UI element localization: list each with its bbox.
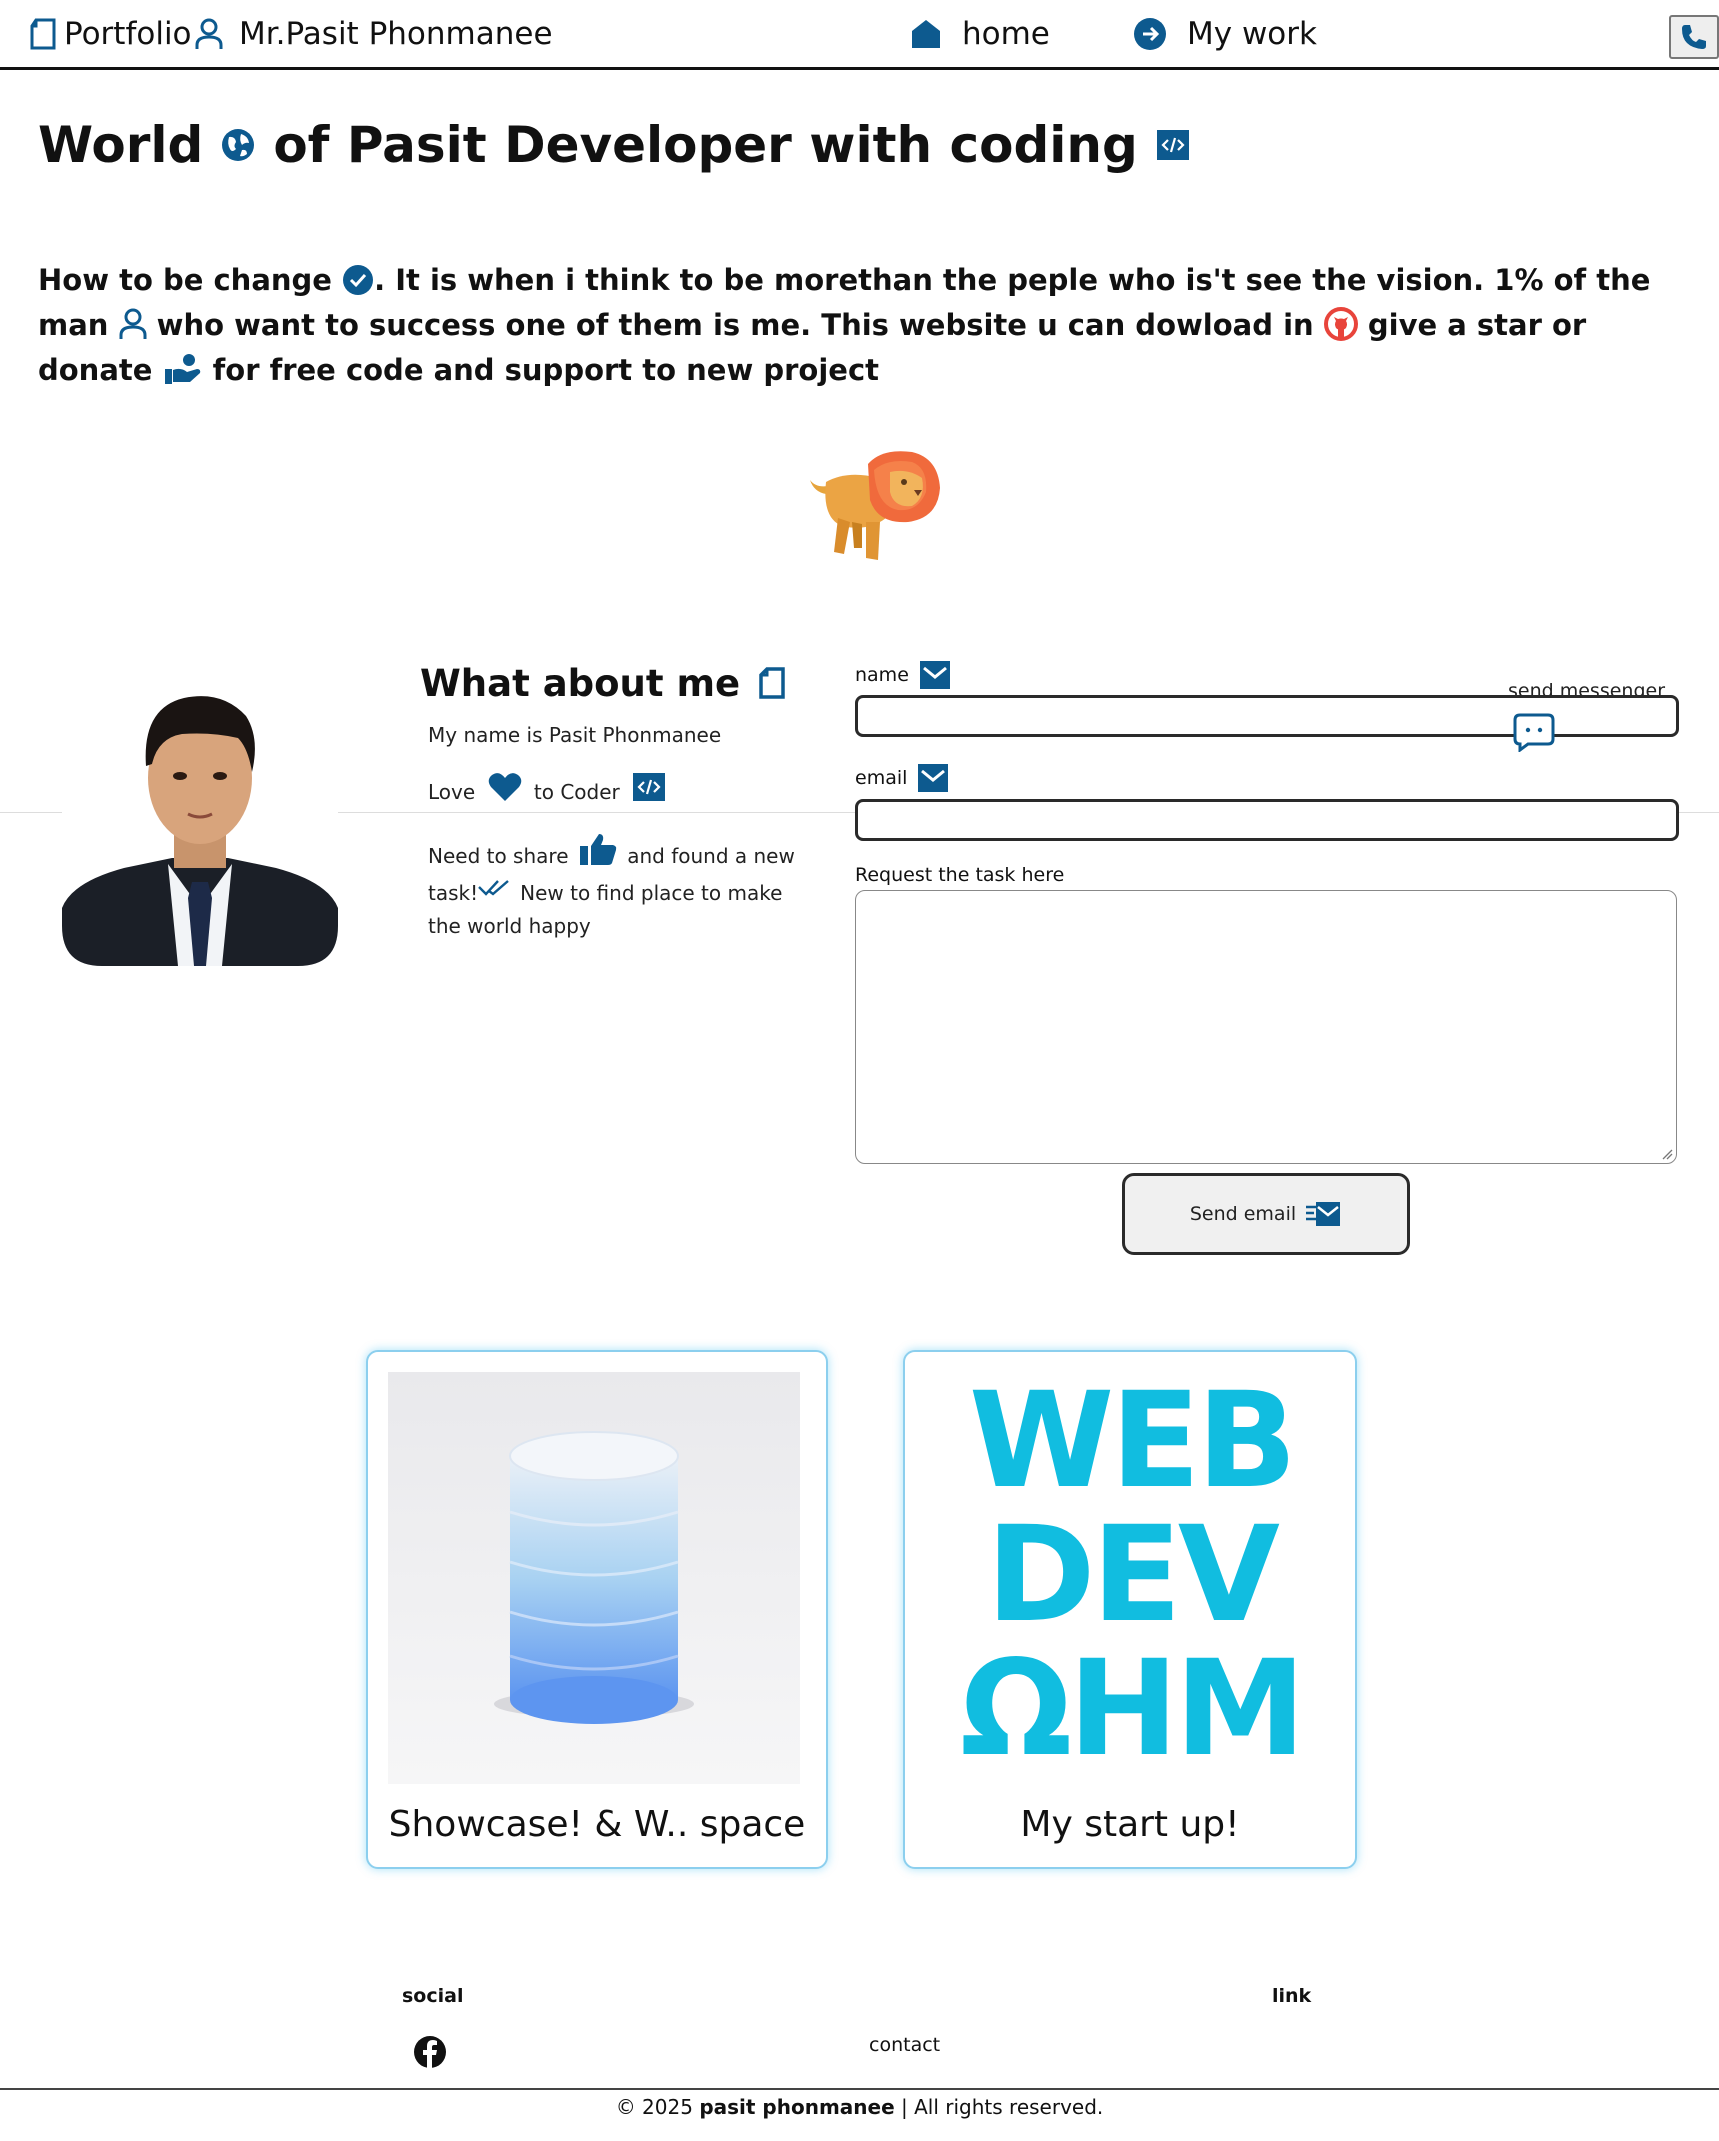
send-mail-icon	[1296, 1199, 1342, 1229]
logo-line-2: DEV	[986, 1498, 1280, 1652]
brand-label: Portfolio	[64, 15, 192, 52]
about-task-line: task! New to find place to make	[428, 877, 782, 905]
logo-line-1: WEB	[968, 1364, 1297, 1518]
facebook-icon[interactable]	[413, 2035, 447, 2069]
donate-hand-icon[interactable]	[163, 348, 203, 393]
copyright: © 2025 pasit phonmanee | All rights rese…	[0, 2095, 1719, 2119]
copyright-name: pasit phonmanee	[699, 2095, 895, 2119]
to-coder-text: to Coder	[533, 780, 620, 804]
about-share-line: Need to share and found a new	[428, 832, 795, 868]
mail-icon	[907, 763, 949, 793]
title-part-1: World	[38, 116, 204, 174]
footer-link-heading: link	[1272, 1985, 1312, 2007]
request-textarea[interactable]	[855, 890, 1677, 1164]
hero-paragraph: How to be change . It is when i think to…	[38, 258, 1688, 393]
task-text: task!	[428, 881, 479, 905]
navbar: Portfolio Mr.Pasit Phonmanee home My wor…	[0, 0, 1719, 70]
nav-home-label: home	[962, 15, 1050, 52]
request-label: Request the task here	[855, 864, 1065, 886]
task-text-2: New to find place to make	[520, 881, 783, 905]
send-email-button[interactable]: Send email	[1122, 1173, 1410, 1255]
card-startup-caption: My start up!	[1020, 1804, 1240, 1845]
email-field[interactable]	[855, 799, 1679, 841]
profile-photo	[62, 668, 338, 966]
database-illustration	[388, 1372, 800, 1784]
card-showcase-caption: Showcase! & W.. space	[388, 1804, 806, 1845]
owner-name: Mr.Pasit Phonmanee	[195, 0, 553, 67]
copyright-suffix: | All rights reserved.	[901, 2095, 1104, 2119]
about-title: What about me	[420, 658, 786, 708]
about-love-line: Love to Coder	[428, 772, 666, 804]
nav-my-work[interactable]: My work	[1133, 0, 1317, 67]
globe-icon	[221, 128, 255, 162]
document-icon	[740, 666, 786, 700]
double-check-icon	[478, 877, 512, 901]
arrow-right-circle-icon	[1133, 17, 1173, 51]
user-icon	[195, 17, 229, 51]
footer-social-heading: social	[402, 1985, 464, 2007]
card-showcase[interactable]: Showcase! & W.. space	[366, 1350, 828, 1869]
nav-home[interactable]: home	[910, 0, 1050, 67]
title-part-2: of Pasit Developer with coding	[273, 116, 1138, 174]
share-text-2: and found a new	[627, 844, 795, 868]
logo-line-3: ΩHM	[959, 1632, 1306, 1786]
footer-contact-link[interactable]: contact	[869, 2034, 940, 2056]
email-label: email	[855, 763, 949, 793]
send-email-label: Send email	[1189, 1203, 1297, 1225]
check-circle-icon	[342, 258, 374, 303]
hero-text-5: for free code and support to new project	[212, 353, 879, 387]
github-icon[interactable]	[1323, 303, 1358, 348]
thumbs-up-icon	[579, 832, 617, 868]
phone-button[interactable]	[1669, 15, 1719, 59]
mail-icon	[909, 660, 951, 690]
hero-text-3: who want to success one of them is me. T…	[156, 308, 1314, 342]
card-startup[interactable]: WEB DEV ΩHM My start up!	[903, 1350, 1357, 1869]
page-title: World of Pasit Developer with coding	[38, 110, 1208, 180]
name-label-text: name	[855, 664, 909, 686]
lion-illustration	[808, 448, 944, 566]
share-text: Need to share	[428, 844, 569, 868]
messenger-chat-icon[interactable]	[1512, 712, 1556, 752]
copyright-prefix: © 2025	[615, 2095, 693, 2119]
user-icon	[119, 303, 147, 348]
about-title-label: What about me	[420, 661, 741, 705]
code-icon	[632, 772, 666, 804]
code-icon	[1156, 129, 1190, 161]
love-text: Love	[428, 780, 476, 804]
hero-text-1: How to be change	[38, 263, 332, 297]
brand-link[interactable]: Portfolio	[28, 0, 192, 67]
heart-icon	[488, 772, 522, 804]
phone-icon	[1679, 22, 1709, 52]
footer-divider	[0, 2088, 1719, 2090]
document-icon	[28, 18, 64, 50]
about-name: My name is Pasit Phonmanee	[428, 723, 722, 747]
owner-label: Mr.Pasit Phonmanee	[239, 15, 553, 52]
webdev-ohm-logo: WEB DEV ΩHM	[925, 1374, 1337, 1776]
email-label-text: email	[855, 767, 908, 789]
about-world-line: the world happy	[428, 914, 591, 938]
home-icon	[910, 18, 948, 50]
name-label: name	[855, 660, 951, 690]
nav-my-work-label: My work	[1187, 15, 1317, 52]
